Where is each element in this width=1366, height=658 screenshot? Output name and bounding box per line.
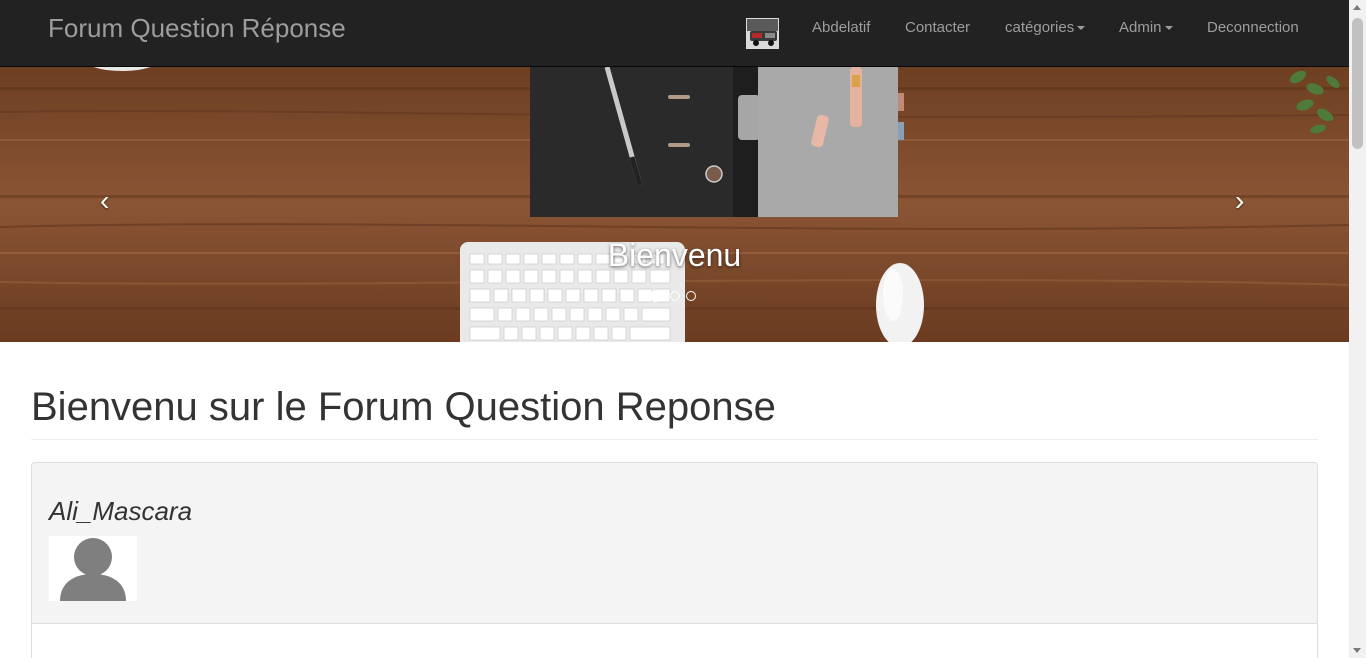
nav-user-name[interactable]: Abdelatif: [812, 19, 870, 36]
carousel-indicators: [650, 290, 710, 305]
user-avatar-thumbnail[interactable]: [746, 18, 779, 49]
nav-categories-dropdown[interactable]: catégories: [1005, 19, 1086, 36]
brand-link[interactable]: Forum Question Réponse: [48, 13, 346, 44]
page-scrollbar[interactable]: [1349, 0, 1366, 658]
carousel-indicator-2[interactable]: [670, 291, 680, 301]
page-title: Bienvenu sur le Forum Question Reponse: [31, 385, 776, 429]
caret-down-icon: [1164, 26, 1173, 31]
nav-logout[interactable]: Deconnection: [1207, 19, 1299, 36]
caret-down-icon: [1077, 26, 1086, 31]
page-header: Bienvenu sur le Forum Question Reponse: [31, 383, 1318, 440]
default-avatar-icon: [49, 536, 137, 601]
hero-carousel: ‹ › Bienvenu: [0, 67, 1349, 342]
carousel-next-control[interactable]: ›: [1235, 185, 1244, 217]
carousel-caption: Bienvenu: [607, 237, 742, 273]
top-navbar: Forum Question Réponse Abdelatif Contact…: [0, 0, 1349, 67]
post-panel-heading: Ali_Mascara: [32, 463, 1317, 624]
nav-admin-dropdown[interactable]: Admin: [1119, 19, 1173, 36]
scroll-down-arrow-icon[interactable]: [1353, 648, 1361, 653]
scrollbar-thumb[interactable]: [1352, 18, 1363, 149]
nav-contact[interactable]: Contacter: [905, 19, 970, 36]
nav-admin-label: Admin: [1119, 19, 1162, 36]
carousel-indicator-1[interactable]: [650, 290, 662, 302]
scroll-up-arrow-icon[interactable]: [1353, 5, 1361, 10]
post-panel: Ali_Mascara: [31, 462, 1318, 658]
nav-categories-label: catégories: [1005, 19, 1075, 36]
carousel-prev-control[interactable]: ‹: [100, 185, 109, 217]
post-author-name[interactable]: Ali_Mascara: [49, 496, 192, 527]
carousel-indicator-3[interactable]: [686, 291, 696, 301]
